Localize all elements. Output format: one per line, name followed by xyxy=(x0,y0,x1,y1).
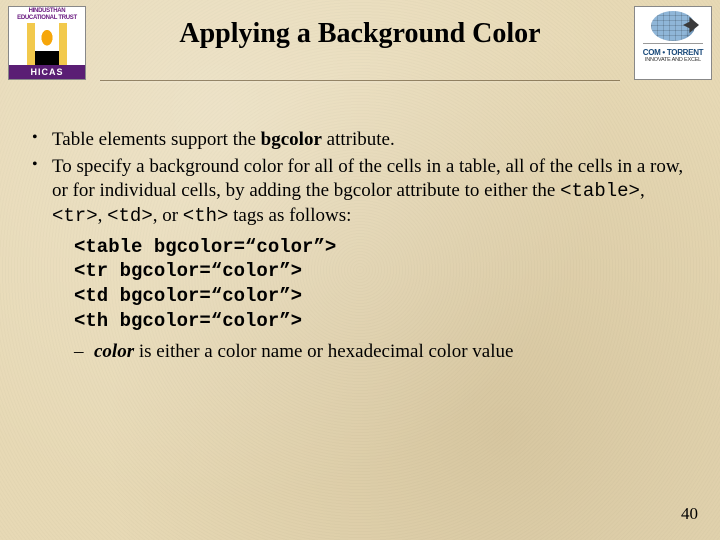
flame-icon xyxy=(27,23,67,65)
bullet-2-sep1: , xyxy=(640,180,645,201)
bullet-2-tag3: <td> xyxy=(107,205,153,227)
bullet-1: Table elements support the bgcolor attri… xyxy=(26,128,694,152)
bullet-2-tag1: <table> xyxy=(560,180,640,202)
title-underline xyxy=(100,80,620,81)
slide-title: Applying a Background Color xyxy=(100,18,620,50)
bullet-2-sep3: , or xyxy=(153,205,183,226)
dash-list: color is either a color name or hexadeci… xyxy=(26,340,694,364)
dash-1: color is either a color name or hexadeci… xyxy=(74,340,694,364)
bullet-1-post: attribute. xyxy=(322,129,395,150)
code-line-1: <table bgcolor=“color”> xyxy=(74,236,336,258)
bullet-2-post: tags as follows: xyxy=(228,205,351,226)
bullet-2-tag4: <th> xyxy=(183,205,229,227)
page-number: 40 xyxy=(681,504,698,524)
bullet-2-sep2: , xyxy=(98,205,108,226)
bullet-2: To specify a background color for all of… xyxy=(26,155,694,229)
dash-1-rest: is either a color name or hexadecimal co… xyxy=(134,341,513,362)
code-line-3: <td bgcolor=“color”> xyxy=(74,285,302,307)
code-line-2: <tr bgcolor=“color”> xyxy=(74,260,302,282)
bullet-2-tag2: <tr> xyxy=(52,205,98,227)
bullet-list: Table elements support the bgcolor attri… xyxy=(26,128,694,229)
dash-1-term: color xyxy=(94,341,134,362)
logo-left-banner: HINDUSTHAN EDUCATIONAL TRUST xyxy=(9,7,85,22)
divider xyxy=(643,43,704,44)
bullet-1-pre: Table elements support the xyxy=(52,129,261,150)
code-block: <table bgcolor=“color”> <tr bgcolor=“col… xyxy=(74,235,694,334)
logo-right-line2: INNOVATE AND EXCEL xyxy=(645,57,701,63)
code-line-4: <th bgcolor=“color”> xyxy=(74,310,302,332)
globe-icon xyxy=(651,11,695,41)
slide: HINDUSTHAN EDUCATIONAL TRUST HICAS COM •… xyxy=(0,0,720,540)
logo-right: COM • TORRENT INNOVATE AND EXCEL xyxy=(634,6,712,80)
logo-left: HINDUSTHAN EDUCATIONAL TRUST HICAS xyxy=(8,6,86,80)
logo-left-footer: HICAS xyxy=(9,65,85,79)
logo-right-line1: COM • TORRENT xyxy=(643,48,704,57)
bullet-1-bold: bgcolor xyxy=(261,129,322,150)
slide-body: Table elements support the bgcolor attri… xyxy=(26,128,694,363)
